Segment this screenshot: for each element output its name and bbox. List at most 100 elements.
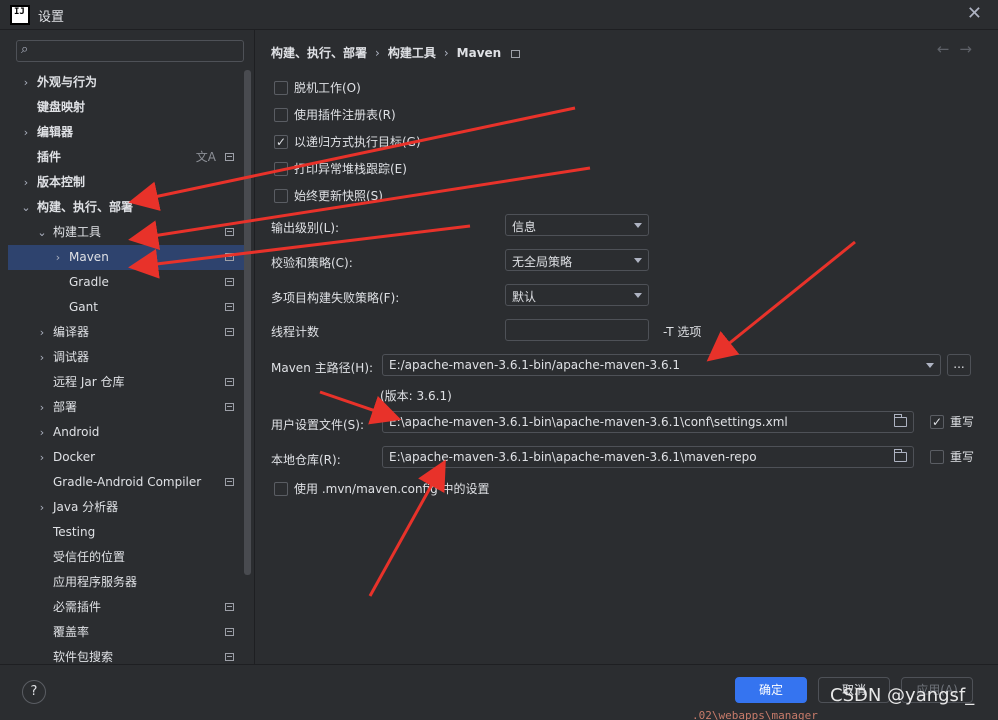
sidebar-item[interactable]: Testing [8,520,244,545]
local-repo-input[interactable]: E:\apache-maven-3.6.1-bin\apache-maven-3… [382,446,914,468]
nav-arrows: ← → [927,40,972,58]
checkbox-box[interactable] [274,482,288,496]
sidebar-item-label: Gradle-Android Compiler [53,475,202,489]
sidebar-item-label: 编译器 [53,325,90,339]
close-icon[interactable]: ✕ [967,3,982,24]
chevron-down-icon[interactable]: ⌄ [20,195,32,220]
output-level-label: 输出级别(L): [271,221,340,235]
sidebar-item[interactable]: ⌄ 构建工具 [8,220,244,245]
project-scope-icon [225,278,234,286]
translate-icon: 文A [195,150,216,164]
maven-home-label: Maven 主路径(H): [271,361,374,375]
project-scope-icon [225,153,234,161]
sidebar-item[interactable]: 应用程序服务器 [8,570,244,595]
background-code-text: .02\webapps\manager [692,709,818,720]
always-update-label: 始终更新快照(S) [294,189,383,203]
sidebar-item-label: 插件 [37,150,62,164]
output-level-select[interactable]: 信息 [505,214,649,236]
project-scope-icon [225,628,234,636]
chevron-right-icon[interactable]: › [36,320,48,345]
checkbox-box[interactable] [930,450,944,464]
checkbox-box[interactable] [274,162,288,176]
sidebar-item-label: 构建、执行、部署 [37,200,134,214]
override-label: 重写 [950,450,975,464]
project-scope-icon [225,653,234,661]
sidebar-item[interactable]: Gradle [8,270,244,295]
chevron-right-icon[interactable]: › [36,495,48,520]
sidebar-scrollbar[interactable] [244,70,251,575]
maven-home-browse-button[interactable]: ... [947,354,971,376]
folder-icon[interactable] [894,449,907,462]
checksum-label: 校验和策略(C): [271,256,353,270]
fail-policy-select[interactable]: 默认 [505,284,649,306]
sidebar-item-label: 应用程序服务器 [53,575,138,589]
sidebar-item[interactable]: 键盘映射 [8,95,244,120]
sidebar-item[interactable]: Gradle-Android Compiler [8,470,244,495]
user-settings-input[interactable]: E:\apache-maven-3.6.1-bin\apache-maven-3… [382,411,914,433]
dropdown-arrow-icon [634,223,642,228]
sidebar-item-label: Docker [53,450,96,464]
sidebar-item[interactable]: › 编辑器 [8,120,244,145]
checkbox-box[interactable] [274,134,288,150]
folder-icon[interactable] [894,414,907,427]
chevron-right-icon[interactable]: › [52,245,64,270]
maven-home-select[interactable]: E:/apache-maven-3.6.1-bin/apache-maven-3… [382,354,941,376]
sidebar-item[interactable]: › 调试器 [8,345,244,370]
chevron-right-icon[interactable]: › [36,345,48,370]
help-button[interactable]: ? [22,680,46,704]
checksum-select[interactable]: 无全局策略 [505,249,649,271]
checkbox-box[interactable] [274,189,288,203]
project-scope-icon [225,303,234,311]
sidebar-item-label: 调试器 [53,350,90,364]
sidebar-item[interactable]: › 部署 [8,395,244,420]
breadcrumb-build[interactable]: 构建、执行、部署 [271,46,367,60]
local-repo-value: E:\apache-maven-3.6.1-bin\apache-maven-3… [389,450,757,464]
search-input[interactable]: ⌕ [16,40,244,62]
settings-tree: › 外观与行为键盘映射 › 编辑器插件 文A › 版本控制 ⌄ 构建、执行、部署 ⌄ 构建工具 › Ma… [8,70,244,664]
sidebar-item[interactable]: 软件包搜索 [8,645,244,664]
ok-button[interactable]: 确定 [735,677,807,703]
sidebar-item[interactable]: ⌄ 构建、执行、部署 [8,195,244,220]
sidebar-item[interactable]: › Docker [8,445,244,470]
breadcrumb-separator: › [375,46,380,60]
project-scope-icon [225,378,234,386]
back-arrow-icon[interactable]: ← [937,40,950,58]
user-settings-label: 用户设置文件(S): [271,418,365,432]
stacktrace-label: 打印异常堆栈跟踪(E) [294,162,407,176]
forward-arrow-icon[interactable]: → [959,40,972,58]
sidebar-item[interactable]: › 编译器 [8,320,244,345]
checkbox-box[interactable] [274,81,288,95]
watermark: CSDN @yangsf_ [830,685,975,706]
app-logo-icon: IJ [10,5,30,25]
title-bar: IJ 设置 ✕ [0,0,998,30]
plugin-registry-label: 使用插件注册表(R) [294,108,396,122]
maven-version-text: (版本: 3.6.1) [380,389,452,403]
chevron-right-icon[interactable]: › [20,120,32,145]
sidebar-item[interactable]: › Maven [8,245,244,270]
checkbox-box[interactable] [274,108,288,122]
sidebar-item[interactable]: › 版本控制 [8,170,244,195]
sidebar-item[interactable]: 远程 Jar 仓库 [8,370,244,395]
sidebar-item-label: Android [53,425,100,439]
chevron-right-icon[interactable]: › [20,70,32,95]
sidebar-item-label: 键盘映射 [37,100,86,114]
sidebar-item[interactable]: 受信任的位置 [8,545,244,570]
sidebar-item[interactable]: › 外观与行为 [8,70,244,95]
chevron-right-icon[interactable]: › [36,420,48,445]
chevron-down-icon[interactable]: ⌄ [36,220,48,245]
threads-input[interactable] [505,319,649,341]
sidebar-item[interactable]: 插件 文A [8,145,244,170]
maven-home-value: E:/apache-maven-3.6.1-bin/apache-maven-3… [389,358,681,372]
sidebar-item[interactable]: Gant [8,295,244,320]
sidebar-item[interactable]: › Java 分析器 [8,495,244,520]
sidebar-item[interactable]: 覆盖率 [8,620,244,645]
checkbox-box[interactable] [930,414,944,430]
chevron-right-icon[interactable]: › [20,170,32,195]
chevron-right-icon[interactable]: › [36,445,48,470]
sidebar-item-label: 版本控制 [37,175,86,189]
sidebar-item[interactable]: 必需插件 [8,595,244,620]
sidebar-item-label: Java 分析器 [53,500,119,514]
chevron-right-icon[interactable]: › [36,395,48,420]
breadcrumb-build-tools[interactable]: 构建工具 [388,46,436,60]
sidebar-item[interactable]: › Android [8,420,244,445]
